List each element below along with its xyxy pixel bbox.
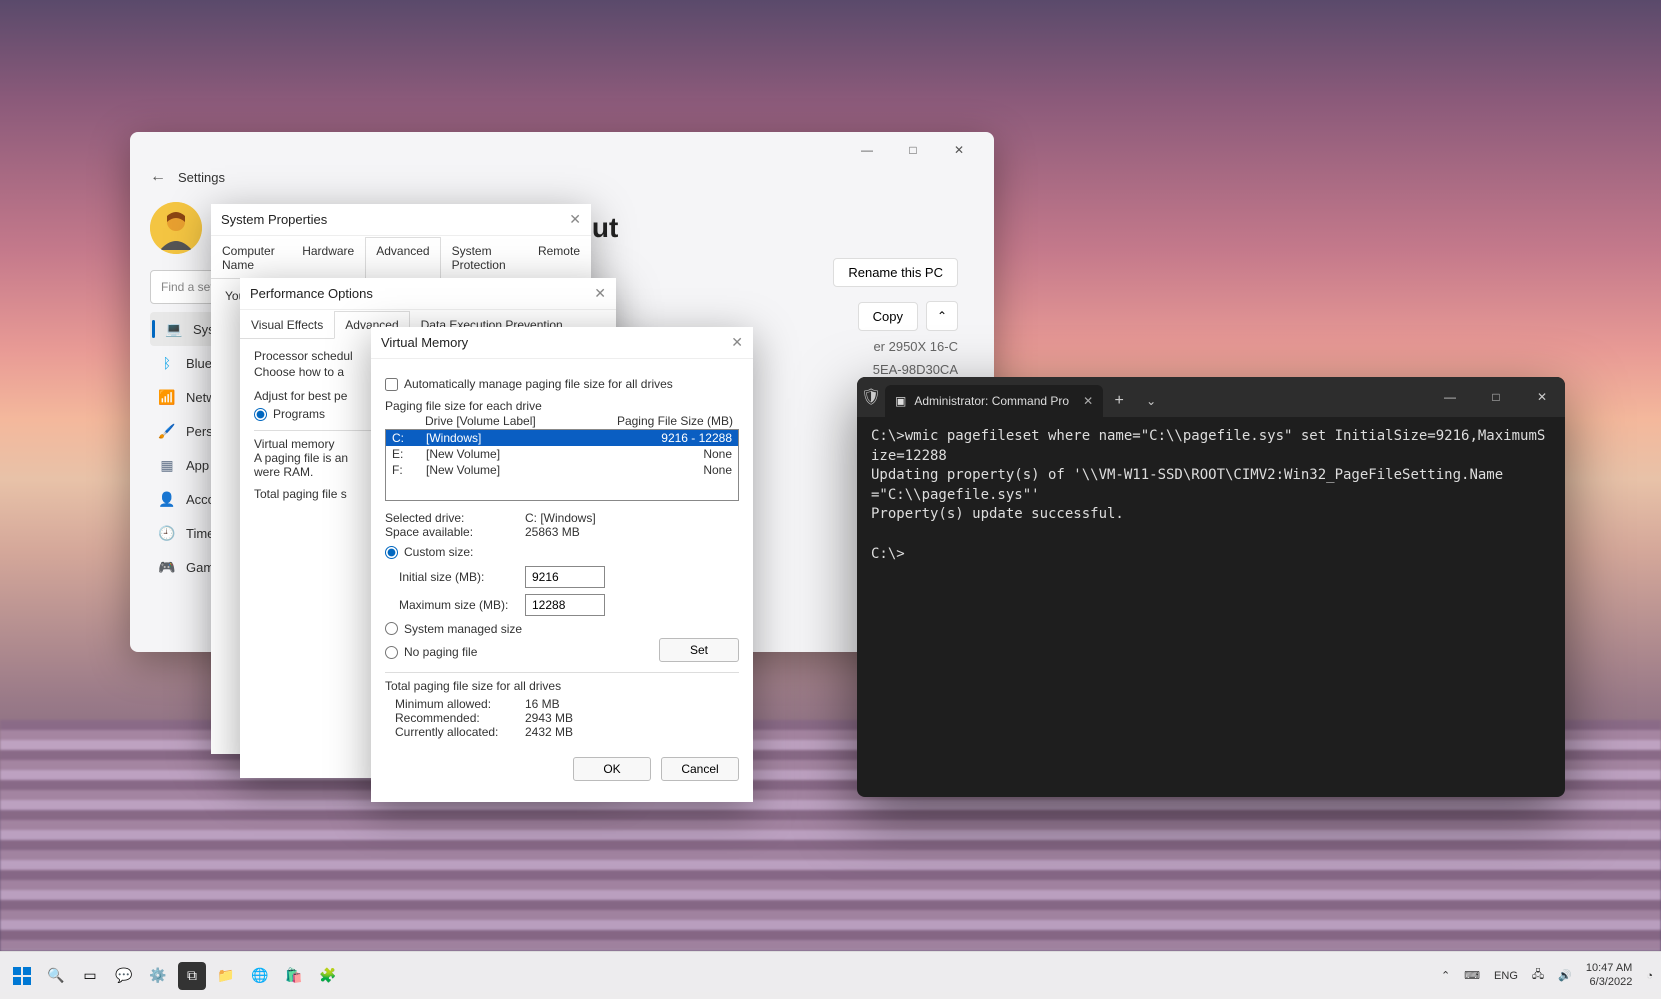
- system-managed-radio[interactable]: System managed size: [385, 622, 522, 636]
- close-button[interactable]: ✕: [936, 134, 982, 166]
- close-icon[interactable]: ✕: [594, 285, 606, 302]
- auto-manage-checkbox[interactable]: Automatically manage paging file size fo…: [385, 377, 739, 391]
- close-button[interactable]: ✕: [1519, 379, 1565, 415]
- network-icon[interactable]: 🖧: [1532, 966, 1544, 985]
- new-tab-button[interactable]: +: [1103, 385, 1135, 417]
- explorer-icon[interactable]: 📁: [212, 962, 240, 990]
- start-button[interactable]: [8, 962, 36, 990]
- list-header-text: Paging file size for each drive: [385, 399, 739, 413]
- tab-advanced[interactable]: Advanced: [365, 237, 440, 279]
- tab-hardware[interactable]: Hardware: [291, 237, 365, 279]
- back-icon[interactable]: ←: [150, 168, 166, 186]
- drive-list[interactable]: C:[Windows]9216 - 12288E:[New Volume]Non…: [385, 429, 739, 501]
- copy-button[interactable]: Copy: [858, 302, 918, 331]
- tab-remote[interactable]: Remote: [527, 237, 591, 279]
- sysprops-tabs: Computer NameHardwareAdvancedSystem Prot…: [211, 236, 591, 279]
- ok-button[interactable]: OK: [573, 757, 651, 781]
- terminal-titlebar: 🛡 ▣ Administrator: Command Pro ✕ + ⌄ — □…: [857, 377, 1565, 417]
- tab-visual-effects[interactable]: Visual Effects: [240, 311, 334, 339]
- tab-close-icon[interactable]: ✕: [1083, 394, 1093, 408]
- tab-system-protection[interactable]: System Protection: [441, 237, 527, 279]
- system-tray: ⌃ ⌨ ENG 🖧 🔊 10:47 AM 6/3/2022 ◔: [1441, 962, 1653, 988]
- set-button[interactable]: Set: [659, 638, 739, 662]
- dialog-title: System Properties: [221, 212, 327, 227]
- store-icon[interactable]: 🛍️: [280, 962, 308, 990]
- settings-titlebar: — □ ✕: [130, 132, 994, 168]
- virtual-memory-dialog: Virtual Memory ✕ Automatically manage pag…: [371, 327, 753, 802]
- tab-title: Administrator: Command Pro: [914, 394, 1069, 408]
- cancel-button[interactable]: Cancel: [661, 757, 739, 781]
- keyboard-icon[interactable]: ⌨: [1464, 969, 1480, 982]
- settings-icon[interactable]: ⚙️: [144, 962, 172, 990]
- shield-icon: 🛡: [857, 387, 885, 407]
- app-icon[interactable]: 🧩: [314, 962, 342, 990]
- taskbar: 🔍 ▭ 💬 ⚙️ ⧉ 📁 🌐 🛍️ 🧩 ⌃ ⌨ ENG 🖧 🔊 10:47 AM…: [0, 951, 1661, 999]
- no-paging-radio[interactable]: No paging file: [385, 645, 477, 659]
- programs-radio[interactable]: Programs: [254, 407, 325, 421]
- total-header: Total paging file size for all drives: [385, 679, 739, 693]
- dialog-title: Performance Options: [250, 286, 373, 301]
- maximum-size-input[interactable]: [525, 594, 605, 616]
- search-icon[interactable]: 🔍: [42, 962, 70, 990]
- task-view-icon[interactable]: ▭: [76, 962, 104, 990]
- close-icon[interactable]: ✕: [731, 334, 743, 351]
- col-drive: [391, 414, 425, 428]
- avatar[interactable]: [150, 202, 202, 254]
- cmd-icon: ▣: [895, 394, 906, 408]
- initial-size-input[interactable]: [525, 566, 605, 588]
- tray-chevron-icon[interactable]: ⌃: [1441, 969, 1450, 982]
- notifications-icon[interactable]: ◔: [1646, 970, 1653, 982]
- custom-size-radio[interactable]: Custom size:: [385, 545, 473, 559]
- terminal-output[interactable]: C:\>wmic pagefileset where name="C:\\pag…: [857, 417, 1565, 574]
- drive-row[interactable]: E:[New Volume]None: [386, 446, 738, 462]
- drive-row[interactable]: F:[New Volume]None: [386, 462, 738, 478]
- expand-button[interactable]: ⌃: [926, 301, 958, 331]
- edge-icon[interactable]: 🌐: [246, 962, 274, 990]
- volume-icon[interactable]: 🔊: [1558, 969, 1572, 982]
- minimize-button[interactable]: —: [1427, 379, 1473, 415]
- dialog-title: Virtual Memory: [381, 335, 468, 350]
- terminal-tab[interactable]: ▣ Administrator: Command Pro ✕: [885, 385, 1103, 417]
- maximize-button[interactable]: □: [1473, 379, 1519, 415]
- drive-row[interactable]: C:[Windows]9216 - 12288: [386, 430, 738, 446]
- minimize-button[interactable]: —: [844, 134, 890, 166]
- clock[interactable]: 10:47 AM 6/3/2022: [1586, 962, 1632, 988]
- close-icon[interactable]: ✕: [569, 211, 581, 228]
- maximize-button[interactable]: □: [890, 134, 936, 166]
- terminal-icon[interactable]: ⧉: [178, 962, 206, 990]
- settings-title: Settings: [178, 170, 225, 185]
- tab-computer-name[interactable]: Computer Name: [211, 237, 291, 279]
- language-indicator[interactable]: ENG: [1494, 970, 1518, 982]
- chat-icon[interactable]: 💬: [110, 962, 138, 990]
- tab-dropdown-icon[interactable]: ⌄: [1135, 385, 1167, 417]
- terminal-window: 🛡 ▣ Administrator: Command Pro ✕ + ⌄ — □…: [857, 377, 1565, 797]
- rename-pc-button[interactable]: Rename this PC: [833, 258, 958, 287]
